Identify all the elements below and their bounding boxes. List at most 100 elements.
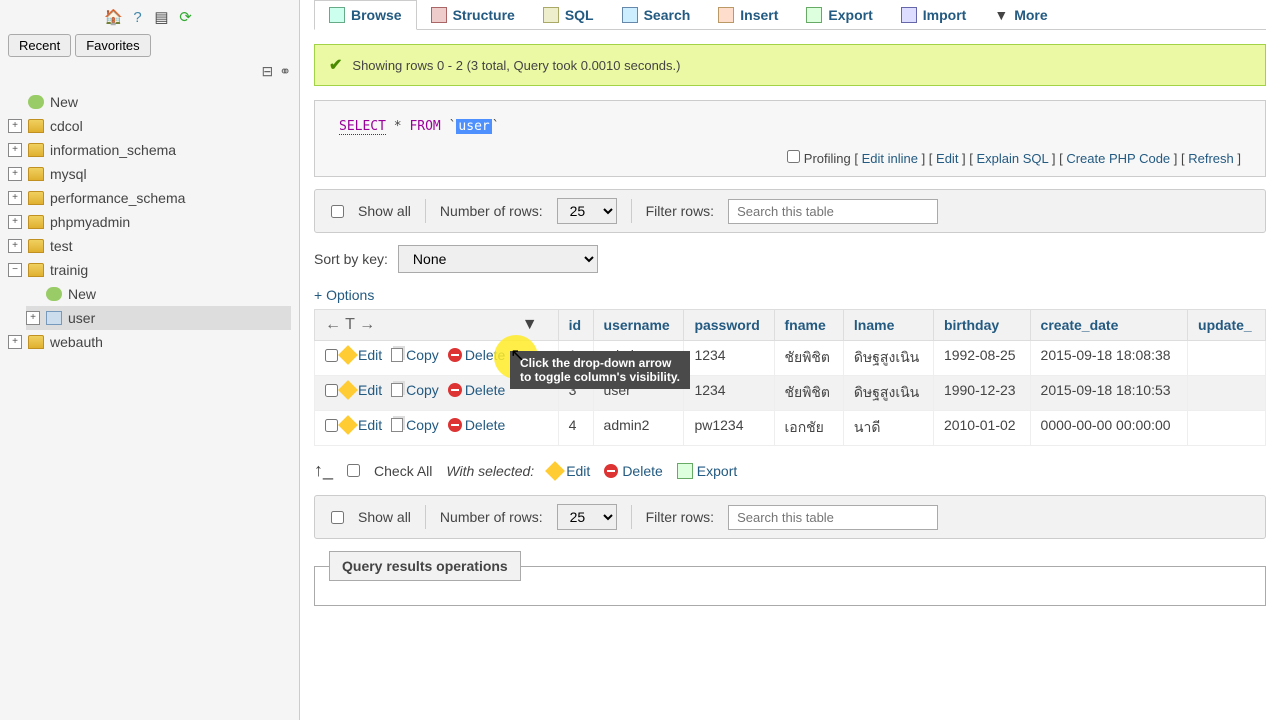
tab-sql[interactable]: SQL — [529, 0, 608, 29]
cell-lname: ดิษฐสูงเนิน — [843, 341, 933, 376]
tree-db-test[interactable]: +test — [8, 234, 291, 258]
row-checkbox[interactable] — [325, 419, 338, 432]
num-rows-select-2[interactable]: 25 — [557, 504, 617, 530]
cell-password: pw1234 — [684, 411, 774, 446]
bulk-edit[interactable]: Edit — [548, 463, 590, 479]
col-fname[interactable]: fname — [774, 310, 843, 341]
bulk-arrow-icon: ↑_ — [314, 460, 333, 481]
column-dropdown-icon[interactable]: ▼ — [522, 316, 538, 333]
cell-id: 4 — [558, 411, 593, 446]
row-delete[interactable]: Delete — [448, 382, 505, 398]
row-edit[interactable]: Edit — [341, 347, 382, 363]
show-all-checkbox[interactable] — [331, 205, 344, 218]
show-all-checkbox-2[interactable] — [331, 511, 344, 524]
cell-password: 1234 — [684, 376, 774, 411]
cell-username: admin2 — [593, 411, 684, 446]
top-nav: Browse Structure SQL Search Insert Expor… — [314, 0, 1266, 30]
sort-select[interactable]: None — [398, 245, 598, 273]
sql-icon[interactable]: ▤ — [153, 8, 171, 26]
refresh-link[interactable]: Refresh — [1188, 151, 1234, 166]
cell-password: 1234 — [684, 341, 774, 376]
link-icon[interactable]: ⚭ — [279, 63, 291, 80]
tab-export[interactable]: Export — [792, 0, 886, 29]
sort-label: Sort by key: — [314, 251, 388, 267]
query-results-ops: Query results operations — [314, 551, 1266, 606]
results-table: ← T → ▼ id username password fname lname… — [314, 309, 1266, 446]
cell-lname: นาดี — [843, 411, 933, 446]
profiling-checkbox[interactable] — [787, 150, 800, 163]
cursor-icon: ↖ — [510, 345, 525, 366]
tab-more[interactable]: ▼More — [980, 0, 1061, 29]
tree-table-user[interactable]: +user — [26, 306, 291, 330]
sql-preview: SELECT * FROM `user` Profiling [ Edit in… — [314, 100, 1266, 177]
controls-bottom: Show all Number of rows: 25 Filter rows: — [314, 495, 1266, 539]
check-icon: ✔ — [329, 55, 342, 75]
explain-link[interactable]: Explain SQL — [977, 151, 1049, 166]
col-username[interactable]: username — [593, 310, 684, 341]
tab-browse[interactable]: Browse — [314, 0, 417, 30]
tab-import[interactable]: Import — [887, 0, 981, 29]
tree-db-mysql[interactable]: +mysql — [8, 162, 291, 186]
check-all-label: Check All — [374, 463, 432, 479]
bulk-delete[interactable]: Delete — [604, 463, 662, 479]
col-password[interactable]: password — [684, 310, 774, 341]
col-lname[interactable]: lname — [843, 310, 933, 341]
options-toggle[interactable]: + Options — [314, 287, 1266, 303]
main-content: Browse Structure SQL Search Insert Expor… — [300, 0, 1280, 720]
home-icon[interactable]: 🏠 — [105, 8, 123, 26]
row-copy[interactable]: Copy — [391, 382, 439, 398]
num-rows-select[interactable]: 25 — [557, 198, 617, 224]
row-copy[interactable]: Copy — [391, 347, 439, 363]
cell-birthday: 1990-12-23 — [933, 376, 1030, 411]
tree-db-trainig[interactable]: −trainig — [8, 258, 291, 282]
tree-trainig-new[interactable]: New — [26, 282, 291, 306]
sql-actions: Profiling [ Edit inline ] [ Edit ] [ Exp… — [339, 150, 1241, 166]
filter-input-2[interactable] — [728, 505, 938, 530]
bulk-actions: ↑_ Check All With selected: Edit Delete … — [314, 460, 1266, 481]
success-text: Showing rows 0 - 2 (3 total, Query took … — [352, 58, 680, 73]
cell-create-date: 2015-09-18 18:10:53 — [1030, 376, 1187, 411]
col-birthday[interactable]: birthday — [933, 310, 1030, 341]
cell-update — [1188, 376, 1266, 411]
sidebar: 🏠 ? ▤ ⟳ Recent Favorites ⊟ ⚭ New +cdcol … — [0, 0, 300, 720]
filter-label: Filter rows: — [646, 203, 714, 219]
sort-by-key: Sort by key: None — [314, 245, 1266, 273]
tab-structure[interactable]: Structure — [417, 0, 529, 29]
reload-icon[interactable]: ⟳ — [177, 8, 195, 26]
col-create-date[interactable]: create_date — [1030, 310, 1187, 341]
tree-db-information-schema[interactable]: +information_schema — [8, 138, 291, 162]
cell-create-date: 2015-09-18 18:08:38 — [1030, 341, 1187, 376]
row-checkbox[interactable] — [325, 349, 338, 362]
tree-db-phpmyadmin[interactable]: +phpmyadmin — [8, 210, 291, 234]
row-checkbox[interactable] — [325, 384, 338, 397]
edit-inline-link[interactable]: Edit inline — [862, 151, 918, 166]
col-update[interactable]: update_ — [1188, 310, 1266, 341]
controls-top: Show all Number of rows: 25 Filter rows: — [314, 189, 1266, 233]
tree-db-webauth[interactable]: +webauth — [8, 330, 291, 354]
show-all-label: Show all — [358, 203, 411, 219]
tab-insert[interactable]: Insert — [704, 0, 792, 29]
create-php-link[interactable]: Create PHP Code — [1066, 151, 1170, 166]
edit-link[interactable]: Edit — [936, 151, 958, 166]
cell-birthday: 1992-08-25 — [933, 341, 1030, 376]
with-selected-label: With selected: — [446, 463, 534, 479]
tree-db-performance-schema[interactable]: +performance_schema — [8, 186, 291, 210]
help-icon[interactable]: ? — [129, 8, 147, 26]
row-delete[interactable]: Delete — [448, 417, 505, 433]
success-message: ✔ Showing rows 0 - 2 (3 total, Query too… — [314, 44, 1266, 86]
row-edit[interactable]: Edit — [341, 382, 382, 398]
check-all-checkbox[interactable] — [347, 464, 360, 477]
bulk-export[interactable]: Export — [677, 463, 737, 479]
col-id[interactable]: id — [558, 310, 593, 341]
tab-favorites[interactable]: Favorites — [75, 34, 150, 57]
table-row: EditCopyDelete1admin1234ชัยพิชิตดิษฐสูงเ… — [315, 341, 1266, 376]
tree-new[interactable]: New — [8, 90, 291, 114]
tab-search[interactable]: Search — [608, 0, 705, 29]
collapse-icon[interactable]: ⊟ — [262, 63, 274, 80]
table-row: EditCopyDelete3user1234ชัยพิชิตดิษฐสูงเน… — [315, 376, 1266, 411]
tree-db-cdcol[interactable]: +cdcol — [8, 114, 291, 138]
tab-recent[interactable]: Recent — [8, 34, 71, 57]
row-edit[interactable]: Edit — [341, 417, 382, 433]
filter-input[interactable] — [728, 199, 938, 224]
row-copy[interactable]: Copy — [391, 417, 439, 433]
